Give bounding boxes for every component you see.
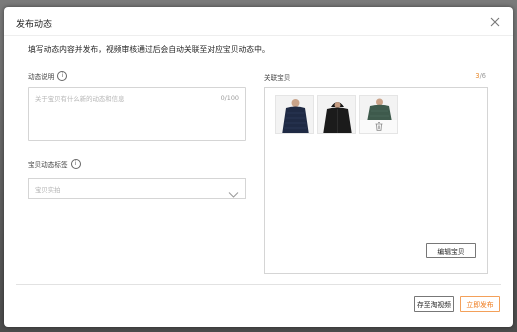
trash-icon — [375, 122, 383, 131]
tag-select[interactable]: 宝贝实拍 — [28, 178, 246, 199]
footer-divider — [16, 284, 501, 285]
header-divider — [4, 35, 513, 36]
info-icon[interactable]: i — [70, 159, 81, 169]
remove-product-button[interactable] — [360, 120, 397, 133]
chevron-down-icon — [228, 184, 239, 203]
notice-text: 填写动态内容并发布，视频审核通过后会自动关联至对应宝贝动态中。 — [28, 45, 270, 54]
publish-dialog: 发布动态 填写动态内容并发布，视频审核通过后会自动关联至对应宝贝动态中。 动态说… — [4, 7, 513, 327]
save-to-taobao-video-button[interactable]: 存至淘视频 — [414, 296, 454, 312]
tag-placeholder: 宝贝实拍 — [35, 186, 61, 194]
close-icon[interactable] — [489, 16, 501, 28]
description-char-count: 0/100 — [220, 94, 239, 102]
tag-label: 宝贝动态标签 — [28, 161, 68, 169]
tag-label-group: 宝贝动态标签 i — [28, 159, 81, 169]
product-thumb-1[interactable] — [275, 95, 314, 134]
product-thumb-2[interactable] — [317, 95, 356, 134]
publish-now-button[interactable]: 立即发布 — [460, 296, 500, 312]
info-icon[interactable]: i — [57, 71, 68, 81]
products-label-group: 关联宝贝 — [264, 72, 290, 82]
description-textarea[interactable]: 关于宝贝有什么新的动态和信息 0/100 — [28, 87, 246, 141]
products-label: 关联宝贝 — [264, 74, 291, 82]
description-label-group: 动态说明 i — [28, 71, 68, 81]
edit-products-button[interactable]: 编辑宝贝 — [426, 243, 476, 258]
products-count-total: /6 — [479, 72, 486, 80]
products-panel: 编辑宝贝 — [264, 87, 488, 274]
description-label: 动态说明 — [28, 73, 55, 81]
product-thumb-3[interactable] — [359, 95, 398, 134]
products-counter: 3/6 — [475, 72, 486, 80]
dialog-title: 发布动态 — [16, 20, 53, 30]
description-placeholder: 关于宝贝有什么新的动态和信息 — [35, 95, 125, 103]
